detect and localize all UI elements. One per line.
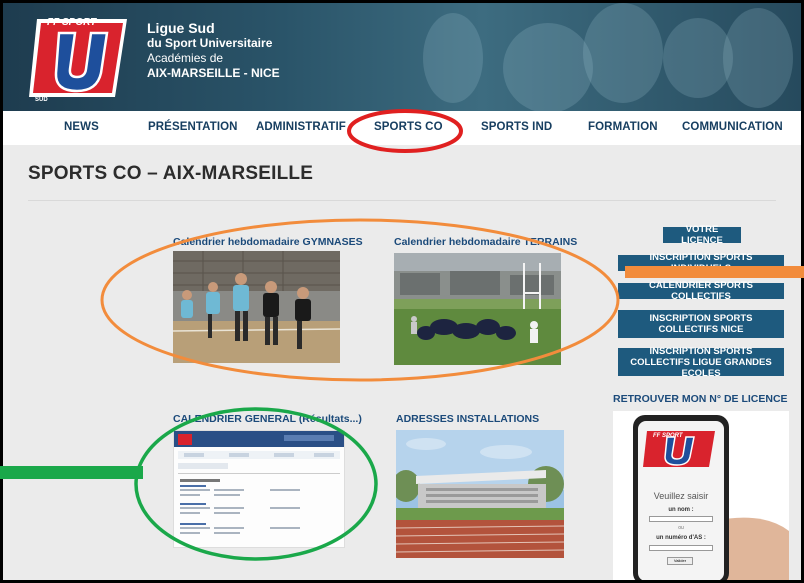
card-title-terrains[interactable]: Calendrier hebdomadaire TERRAINS	[394, 236, 577, 248]
phone-number-input[interactable]	[649, 545, 713, 551]
gymnases-photo[interactable]	[173, 251, 340, 363]
site-header: FF SPORT SUD Ligue Sud du Sport Universi…	[3, 3, 801, 111]
votre-licence-button[interactable]: VOTRE LICENCE	[663, 224, 741, 246]
logo-sub: SUD	[35, 97, 48, 103]
nav-sports-co[interactable]: SPORTS CO	[374, 121, 443, 133]
athlete-silhouette	[583, 3, 663, 103]
card-title-adresses-installations[interactable]: ADRESSES INSTALLATIONS	[396, 413, 539, 425]
svg-text:FF SPORT: FF SPORT	[653, 433, 684, 439]
athlete-silhouette	[723, 8, 793, 108]
brand-line2: du Sport Universitaire	[147, 36, 273, 50]
inscription-sports-collectifs-nice-button[interactable]: INSCRIPTION SPORTS COLLECTIFS NICE	[618, 310, 784, 338]
inscription-sports-individuels-button[interactable]: INSCRIPTION SPORTS INDIVIDUELS	[618, 252, 784, 274]
athlete-silhouette	[423, 13, 483, 103]
brand-block: Ligue Sud du Sport Universitaire Académi…	[147, 21, 280, 81]
athlete-silhouette	[503, 23, 593, 111]
nav-sports-ind[interactable]: SPORTS IND	[481, 121, 552, 133]
title-divider	[28, 200, 776, 201]
card-title-calendrier-general[interactable]: CALENDRIER GENERAL (Résultats...)	[173, 413, 362, 425]
phone-prompt: Veuillez saisir	[653, 491, 709, 501]
installations-photo[interactable]	[396, 430, 564, 558]
card-title-gymnases[interactable]: Calendrier hebdomadaire GYMNASES	[173, 236, 363, 248]
phone-logo: FF SPORT	[643, 431, 715, 467]
brand-line3: Académies de	[147, 51, 224, 65]
inscription-sports-collectifs-grandes-ecoles-button[interactable]: INSCRIPTION SPORTS COLLECTIFS LIGUE GRAN…	[618, 346, 784, 379]
phone-submit-button[interactable]: Valider	[667, 557, 693, 565]
phone-name-label: un nom :	[668, 507, 694, 513]
nav-news[interactable]: NEWS	[64, 121, 99, 133]
nav-presentation[interactable]: PRÉSENTATION	[148, 121, 238, 133]
calendrier-sports-collectifs-button[interactable]: CALENDRIER SPORTS COLLECTIFS	[618, 280, 784, 302]
ffsu-logo[interactable]: FF SPORT SUD	[23, 11, 133, 103]
logo-text: FF SPORT	[47, 17, 97, 28]
nav-formation[interactable]: FORMATION	[588, 121, 658, 133]
terrains-photo[interactable]	[394, 253, 561, 365]
phone-name-input[interactable]	[649, 516, 713, 522]
main-nav: NEWS PRÉSENTATION ADMINISTRATIF SPORTS C…	[3, 111, 801, 145]
phone-or-label: ou	[678, 525, 684, 531]
nav-communication[interactable]: COMMUNICATION	[682, 121, 783, 133]
phone-number-label: un numéro d'AS :	[656, 535, 706, 541]
browser-viewport: FF SPORT SUD Ligue Sud du Sport Universi…	[3, 3, 801, 580]
calendrier-general-thumbnail[interactable]	[173, 430, 345, 548]
licence-lookup-promo[interactable]: FF SPORT Veuillez saisir un nom : ou un …	[613, 411, 789, 580]
brand-line4: AIX-MARSEILLE - NICE	[147, 66, 280, 80]
brand-line1: Ligue Sud	[147, 20, 215, 36]
nav-administratif[interactable]: ADMINISTRATIF	[256, 121, 346, 133]
page-title: SPORTS CO – AIX-MARSEILLE	[28, 163, 314, 184]
retrouver-licence-heading: RETROUVER MON N° DE LICENCE	[613, 393, 788, 405]
